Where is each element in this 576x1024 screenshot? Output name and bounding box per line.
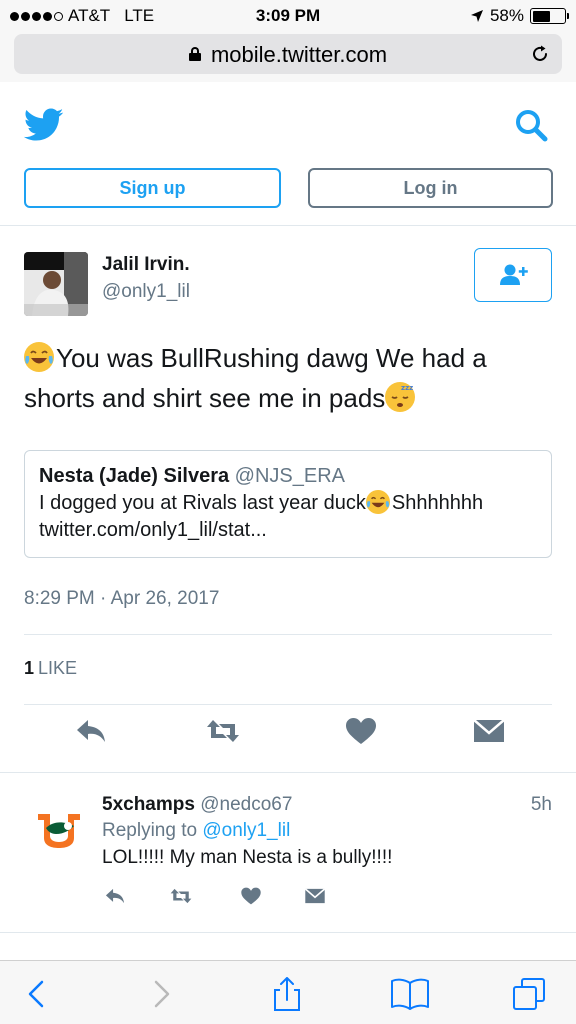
heart-icon[interactable] xyxy=(344,716,378,746)
retweet-icon[interactable] xyxy=(170,886,192,906)
url-text: mobile.twitter.com xyxy=(210,42,388,67)
sleeping-face-emoji-icon: zzz xyxy=(385,382,416,412)
reply-author[interactable]: 5xchamps @nedco67 xyxy=(102,794,292,816)
reply-actions xyxy=(0,886,576,912)
twitter-bird-icon[interactable] xyxy=(24,108,64,142)
browser-top-bar: mobile.twitter.com xyxy=(0,32,576,82)
direct-message-icon[interactable] xyxy=(304,886,326,906)
reload-icon[interactable] xyxy=(530,44,550,64)
battery-percent: 58% xyxy=(489,6,524,25)
share-icon[interactable] xyxy=(270,977,304,1011)
log-in-button[interactable]: Log in xyxy=(308,168,553,208)
browser-toolbar xyxy=(0,960,576,1024)
twitter-header: Sign up Log in xyxy=(0,90,576,226)
quote-body-text: I dogged you at Rivals last year duck xyxy=(39,492,366,514)
tweet-author-name[interactable]: Jalil Irvin. xyxy=(102,254,190,276)
avatar-photo xyxy=(24,252,88,316)
follow-user-icon xyxy=(500,264,528,285)
search-icon[interactable] xyxy=(514,108,548,142)
battery-icon xyxy=(530,8,569,24)
tweet-actions xyxy=(0,716,576,756)
avatar[interactable] xyxy=(34,804,84,850)
divider xyxy=(24,704,552,705)
replying-prefix: Replying to xyxy=(102,820,198,841)
location-arrow-icon xyxy=(470,10,483,22)
tabs-icon[interactable] xyxy=(512,977,546,1011)
like-count-number: 1 xyxy=(24,658,35,678)
like-count-label: LIKE xyxy=(38,658,78,678)
tweet-body-text: You was BullRushing dawg We had a shorts… xyxy=(24,343,487,413)
quote-link[interactable]: twitter.com/only1_lil/stat... xyxy=(39,517,537,544)
quote-text: I dogged you at Rivals last year duck Shh… xyxy=(39,490,537,517)
sign-up-button[interactable]: Sign up xyxy=(24,168,281,208)
reply-author-name: 5xchamps xyxy=(102,794,195,815)
tweet-timestamp[interactable]: 8:29 PM · Apr 26, 2017 xyxy=(24,588,219,610)
forward-icon[interactable] xyxy=(144,977,178,1011)
quote-author-name: Nesta (Jade) Silvera xyxy=(39,465,230,487)
reply-icon[interactable] xyxy=(104,886,126,906)
quote-header: Nesta (Jade) Silvera @NJS_ERA xyxy=(39,463,537,490)
likes-count[interactable]: 1 LIKE xyxy=(24,658,77,679)
follow-button[interactable] xyxy=(474,248,552,302)
reply-icon[interactable] xyxy=(74,716,108,746)
quote-body-text-end: Shhhhhhh xyxy=(391,492,484,514)
quote-author-handle: @NJS_ERA xyxy=(234,465,346,487)
direct-message-icon[interactable] xyxy=(472,716,506,746)
divider xyxy=(24,634,552,635)
back-icon[interactable] xyxy=(20,977,54,1011)
reply-author-handle: @nedco67 xyxy=(200,794,293,815)
address-bar[interactable]: mobile.twitter.com xyxy=(14,34,562,74)
bookmarks-icon[interactable] xyxy=(390,977,430,1011)
lock-icon xyxy=(188,47,201,62)
reply-text: LOL!!!!! My man Nesta is a bully!!!! xyxy=(102,847,393,868)
tweet-author-handle[interactable]: @only1_lil xyxy=(102,281,190,303)
url-display[interactable]: mobile.twitter.com xyxy=(14,42,562,68)
quoted-tweet[interactable]: Nesta (Jade) Silvera @NJS_ERA I dogged y… xyxy=(24,450,552,558)
reply-time[interactable]: 5h xyxy=(531,794,552,816)
avatar[interactable] xyxy=(24,252,88,316)
status-right: 58% xyxy=(470,6,569,26)
retweet-icon[interactable] xyxy=(206,716,240,746)
reply-tweet[interactable]: 5xchamps @nedco67 5h Replying to @only1_… xyxy=(0,772,576,932)
tears-of-joy-emoji-icon xyxy=(24,342,54,372)
tweet-text: You was BullRushing dawg We had a shorts… xyxy=(24,338,544,418)
tears-of-joy-emoji-icon xyxy=(365,490,390,514)
replying-to-handle[interactable]: @only1_lil xyxy=(202,820,290,841)
heart-icon[interactable] xyxy=(240,886,262,906)
status-bar: AT&T LTE 3:09 PM 58% xyxy=(0,0,576,32)
divider xyxy=(0,932,576,933)
replying-to: Replying to @only1_lil xyxy=(102,820,290,842)
svg-text:zzz: zzz xyxy=(401,384,413,392)
